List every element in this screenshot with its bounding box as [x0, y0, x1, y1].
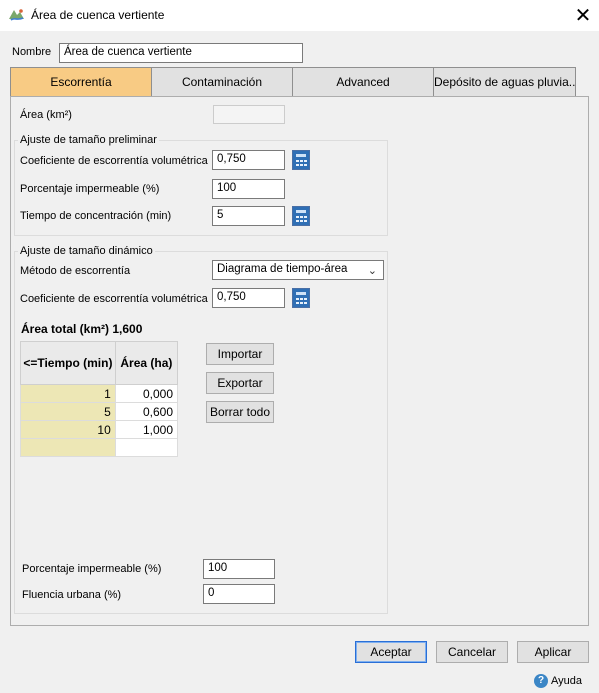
- app-icon: [8, 7, 26, 23]
- help-icon[interactable]: ?: [534, 674, 548, 688]
- total-area: Área total (km²) 1,600: [21, 322, 142, 336]
- tab-deposito[interactable]: Depósito de aguas pluvia...: [433, 67, 576, 97]
- prelim-runoff-coef-input[interactable]: 0,750: [212, 150, 285, 170]
- time-area-table: <=Tiempo (min) Área (ha) 1 0,000 5 0,600…: [20, 341, 179, 457]
- runoff-method-select[interactable]: Diagrama de tiempo-área ⌄: [212, 260, 384, 280]
- time-cell[interactable]: [20, 438, 116, 457]
- area-cell[interactable]: [114, 438, 179, 457]
- preliminary-group-title: Ajuste de tamaño preliminar: [18, 134, 159, 146]
- calculator-icon[interactable]: [292, 206, 310, 226]
- export-button[interactable]: Exportar: [206, 372, 274, 394]
- concentration-time-input[interactable]: 5: [212, 206, 285, 226]
- runoff-method-value: Diagrama de tiempo-área: [217, 263, 348, 275]
- help-link[interactable]: Ayuda: [551, 675, 582, 687]
- tab-contaminacion[interactable]: Contaminación: [151, 67, 293, 97]
- tab-advanced[interactable]: Advanced: [292, 67, 434, 97]
- import-button[interactable]: Importar: [206, 343, 274, 365]
- prelim-impervious-label: Porcentaje impermeable (%): [20, 183, 160, 195]
- name-input[interactable]: Área de cuenca vertiente: [59, 43, 303, 63]
- prelim-impervious-input[interactable]: 100: [212, 179, 285, 199]
- area-field: [213, 105, 285, 124]
- table-row: [20, 438, 179, 457]
- total-area-value: 1,600: [112, 322, 143, 336]
- urban-creep-label: Fluencia urbana (%): [22, 589, 122, 601]
- calculator-icon[interactable]: [292, 150, 310, 170]
- time-cell[interactable]: 1: [20, 384, 116, 403]
- chevron-down-icon: ⌄: [367, 264, 377, 277]
- tab-escorrentia[interactable]: Escorrentía: [10, 67, 152, 97]
- area-cell[interactable]: 1,000: [114, 420, 179, 439]
- concentration-time-label: Tiempo de concentración (min): [20, 210, 172, 222]
- time-cell[interactable]: 10: [20, 420, 116, 439]
- area-cell[interactable]: 0,600: [114, 402, 179, 421]
- tab-strip: Escorrentía Contaminación Advanced Depós…: [10, 67, 576, 97]
- area-label: Área (km²): [20, 109, 72, 121]
- bottom-impervious-input[interactable]: 100: [203, 559, 275, 579]
- cancel-button[interactable]: Cancelar: [436, 641, 508, 663]
- table-row: 10 1,000: [20, 420, 179, 439]
- runoff-method-label: Método de escorrentía: [20, 265, 131, 277]
- close-icon[interactable]: ✕: [570, 3, 596, 27]
- name-label: Nombre: [12, 46, 52, 58]
- time-column-header[interactable]: <=Tiempo (min): [20, 341, 116, 385]
- urban-creep-input[interactable]: 0: [203, 584, 275, 604]
- apply-button[interactable]: Aplicar: [517, 641, 589, 663]
- dyn-runoff-coef-label: Coeficiente de escorrentía volumétrica: [20, 293, 208, 305]
- window-title: Área de cuenca vertiente: [31, 8, 165, 22]
- table-row: 1 0,000: [20, 384, 179, 403]
- time-cell[interactable]: 5: [20, 402, 116, 421]
- clear-all-button[interactable]: Borrar todo: [206, 401, 274, 423]
- calculator-icon[interactable]: [292, 288, 310, 308]
- total-area-label: Área total (km²): [21, 322, 110, 336]
- table-row: 5 0,600: [20, 402, 179, 421]
- ok-button[interactable]: Aceptar: [355, 641, 427, 663]
- dynamic-group-title: Ajuste de tamaño dinámico: [18, 245, 155, 257]
- area-cell[interactable]: 0,000: [114, 384, 179, 403]
- dyn-runoff-coef-input[interactable]: 0,750: [212, 288, 285, 308]
- bottom-impervious-label: Porcentaje impermeable (%): [22, 563, 162, 575]
- area-column-header[interactable]: Área (ha): [114, 341, 179, 385]
- prelim-runoff-coef-label: Coeficiente de escorrentía volumétrica: [20, 155, 208, 167]
